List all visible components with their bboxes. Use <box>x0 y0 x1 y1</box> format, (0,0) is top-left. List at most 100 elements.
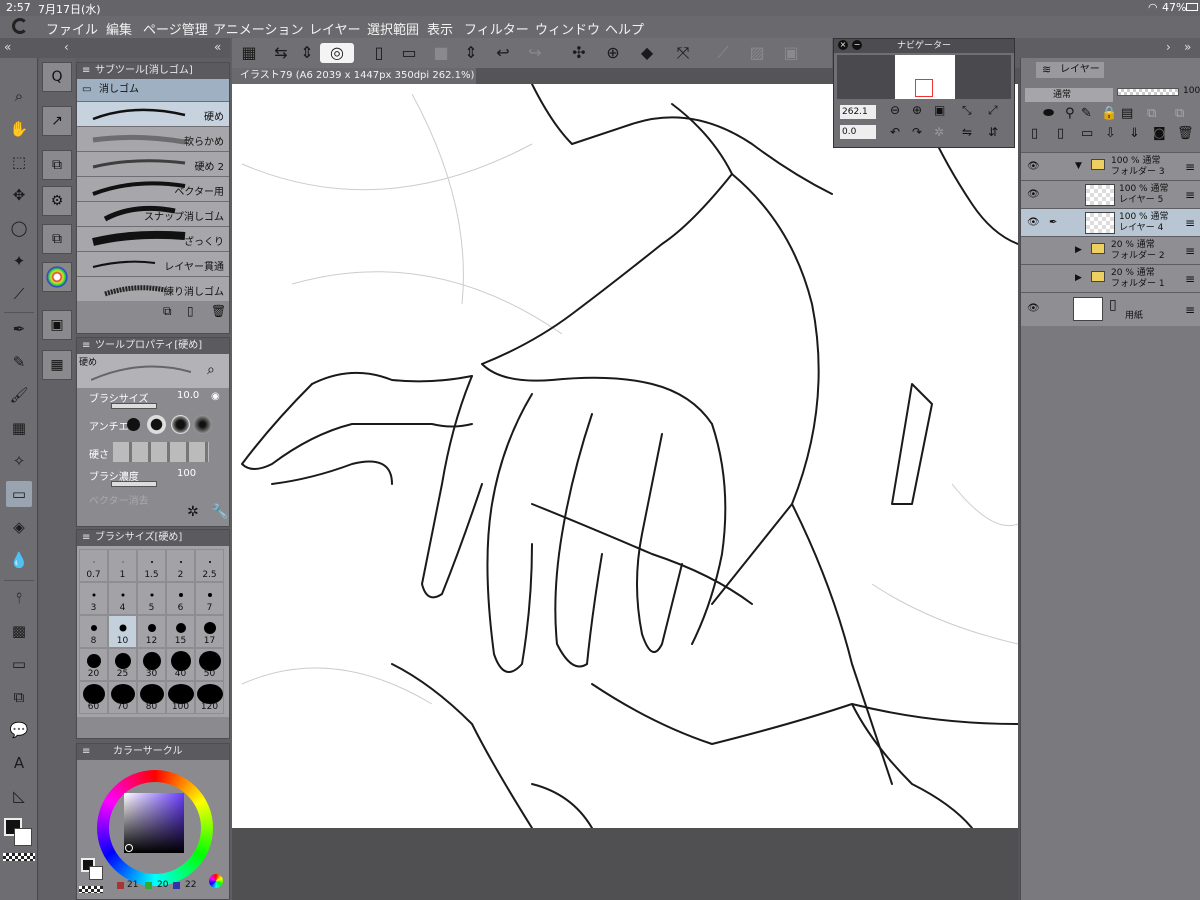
layer-row-folder2[interactable]: ▶ 20 % 通常 フォルダー 2 ≡ <box>1021 236 1200 264</box>
rotate-right-icon[interactable]: ↷ <box>912 125 922 139</box>
menu-edit[interactable]: 編集 <box>106 19 132 38</box>
size-cell[interactable]: 5 <box>137 582 166 615</box>
opacity-value[interactable]: 100 <box>1183 86 1200 96</box>
pen-tool-icon[interactable]: ✒ <box>6 316 32 342</box>
brush-item-vector[interactable]: ベクター用 <box>77 176 229 201</box>
fit-width-icon[interactable]: ⤢ <box>988 103 998 118</box>
brush-item-snap[interactable]: スナップ消しゴム <box>77 201 229 226</box>
layer-row-folder3[interactable]: 👁 ▼ 100 % 通常 フォルダー 3 ≡ <box>1021 152 1200 180</box>
zoom-tool-icon[interactable]: ⌕ <box>6 83 32 109</box>
size-cell[interactable]: 25 <box>108 648 137 681</box>
layer-menu-icon[interactable]: ≡ <box>1185 272 1195 286</box>
grid-off-icon[interactable]: ▨ <box>746 43 768 63</box>
delete-subtool-icon[interactable]: 🗑 <box>211 304 226 318</box>
layer-move-group-icon[interactable]: ⧉ <box>42 150 72 180</box>
combine-icon[interactable]: ⇓ <box>1129 126 1140 141</box>
color-wheel-toggle-icon[interactable] <box>209 874 223 888</box>
visibility-eye-icon[interactable]: 👁 <box>1027 303 1040 314</box>
material-group-icon[interactable]: ▦ <box>42 350 72 380</box>
lock-alpha-icon[interactable]: ▤ <box>1121 106 1133 121</box>
brush-item-kneaded[interactable]: 練り消しゴム <box>77 276 229 301</box>
close-icon[interactable]: × <box>838 40 848 50</box>
visibility-eye-icon[interactable]: 👁 <box>1027 161 1040 172</box>
ruler-off-icon[interactable]: ⟋ <box>712 43 734 63</box>
size-cell[interactable]: 2 <box>166 549 195 582</box>
layer-row-paper[interactable]: 👁 ▯ 用紙 ≡ <box>1021 292 1200 326</box>
new-raster-layer-icon[interactable]: ▯ <box>1031 126 1038 141</box>
layer-tab[interactable]: ≋ レイヤー <box>1036 62 1104 78</box>
decoration-tool-icon[interactable]: ✧ <box>6 448 32 474</box>
brush-tool-icon[interactable]: 🖌 <box>6 382 32 408</box>
visibility-eye-icon[interactable]: 👁 <box>1027 217 1040 228</box>
app-logo-icon[interactable] <box>12 18 28 34</box>
navigator-preview[interactable] <box>837 55 1011 99</box>
fit-icon[interactable]: ⤡ <box>962 103 972 118</box>
hardness-selector[interactable] <box>113 442 209 462</box>
new-subtool-icon[interactable]: ▯ <box>187 304 194 318</box>
size-cell[interactable]: 6 <box>166 582 195 615</box>
visibility-eye-icon[interactable]: 👁 <box>1027 189 1040 200</box>
fill-tool-icon[interactable]: 💧 <box>6 547 32 573</box>
move-tool-icon[interactable]: ⬚ <box>6 149 32 175</box>
subtool-group-label[interactable]: 消しゴム ▭ <box>77 79 229 101</box>
updown-arrows-icon-2[interactable]: ⇕ <box>460 43 482 63</box>
menu-filter[interactable]: フィルター <box>464 19 529 38</box>
collapse-right-icon[interactable]: « <box>214 40 221 54</box>
open-folder-icon[interactable]: ▭ <box>398 43 420 63</box>
menu-view[interactable]: 表示 <box>427 19 453 38</box>
brush-item-soft[interactable]: 軟らかめ <box>77 126 229 151</box>
opacity-slider[interactable] <box>1117 88 1179 96</box>
search-icon[interactable]: ⌕ <box>207 362 215 378</box>
menu-layer[interactable]: レイヤー <box>309 19 361 38</box>
chevron-left-icon[interactable]: ‹ <box>64 40 69 54</box>
scale-icon[interactable]: ⤧ <box>672 43 694 63</box>
layer-menu-icon[interactable]: ≡ <box>1185 244 1195 258</box>
reset-rotation-icon[interactable]: ✲ <box>934 125 944 139</box>
density-slider[interactable] <box>111 481 157 487</box>
clip-icon[interactable]: ⬬ <box>1043 106 1054 121</box>
brush-item-through-layer[interactable]: レイヤー貫通 <box>77 251 229 276</box>
menu-selection[interactable]: 選択範囲 <box>367 19 419 38</box>
sparkle-icon[interactable]: ✣ <box>568 43 590 63</box>
mask-icon[interactable]: ⧉ <box>1147 106 1156 121</box>
layer-row-layer4[interactable]: 👁 ✒ 100 % 通常 レイヤー 4 ≡ <box>1021 208 1200 236</box>
transfer-icon[interactable]: ⇆ <box>270 43 292 63</box>
size-cell[interactable]: 0.7 <box>79 549 108 582</box>
size-cell[interactable]: 8 <box>79 615 108 648</box>
layer-mask-icon[interactable]: ◙ <box>1153 126 1166 141</box>
density-value[interactable]: 100 <box>177 468 196 479</box>
menu-help[interactable]: ヘルプ <box>605 19 644 38</box>
layer-menu-icon[interactable]: ≡ <box>1185 216 1195 230</box>
new-file-icon[interactable]: ▯ <box>368 43 390 63</box>
blend-mode-select[interactable]: 通常 <box>1025 88 1113 102</box>
zoom-value[interactable]: 262.1 <box>840 105 876 119</box>
operation-group-icon[interactable]: ↗ <box>42 106 72 136</box>
menu-window[interactable]: ウィンドウ <box>535 19 600 38</box>
settings-group-icon[interactable]: ⚙ <box>42 186 72 216</box>
brush-size-value[interactable]: 10.0 <box>177 390 199 401</box>
lasso-tool-icon[interactable]: ◯ <box>6 215 32 241</box>
save-icon[interactable]: ■ <box>430 43 452 63</box>
reference-icon[interactable]: ⚲ <box>1065 106 1075 121</box>
size-cell[interactable]: 40 <box>166 648 195 681</box>
selection-off-icon[interactable]: ▣ <box>780 43 802 63</box>
layer-menu-icon[interactable]: ≡ <box>1185 303 1195 317</box>
brush-item-hard[interactable]: 硬め <box>77 101 229 126</box>
sub-color-swatch[interactable] <box>14 828 32 846</box>
undo-icon[interactable]: ↩ <box>492 43 514 63</box>
copy-group-icon[interactable]: ▣ <box>42 310 72 340</box>
size-cell[interactable]: 17 <box>195 615 224 648</box>
color-picker-handle[interactable] <box>125 844 133 852</box>
rotate-left-icon[interactable]: ↶ <box>890 125 900 139</box>
lock-icon[interactable]: 🔒 <box>1101 106 1117 121</box>
transform-icon[interactable]: ⊕ <box>602 43 624 63</box>
transparent-small[interactable] <box>79 886 103 893</box>
collapse-left-icon[interactable]: « <box>4 40 11 54</box>
antialias-none-option[interactable] <box>127 418 140 431</box>
drawing-canvas[interactable] <box>232 84 1018 828</box>
balloon-tool-icon[interactable]: 💬 <box>6 717 32 743</box>
collapse-far-right-icon[interactable]: » <box>1184 40 1191 54</box>
zoom-in-icon[interactable]: ⊕ <box>912 103 922 117</box>
layer-row-folder1[interactable]: ▶ 20 % 通常 フォルダー 1 ≡ <box>1021 264 1200 292</box>
sub-color-small[interactable] <box>89 866 103 880</box>
